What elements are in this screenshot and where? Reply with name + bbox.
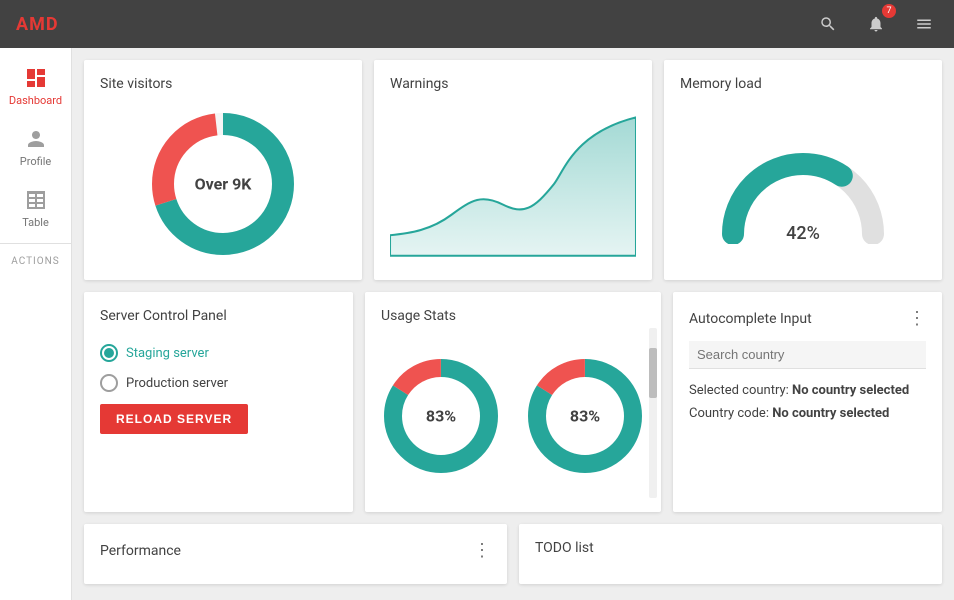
sidebar-profile-label: Profile — [20, 155, 51, 168]
nav-icons: 7 — [814, 10, 938, 38]
site-visitors-inner: Over 9K — [100, 104, 346, 264]
staging-server-radio[interactable] — [100, 344, 118, 362]
site-visitors-label: Over 9K — [195, 175, 252, 194]
server-control-inner: Staging server Production server RELOAD … — [100, 336, 337, 434]
site-visitors-card: Site visitors Over 9K — [84, 60, 362, 280]
performance-card: Performance ⋮ — [84, 524, 507, 584]
usage-scrollbar[interactable] — [649, 328, 657, 498]
warnings-inner — [390, 104, 636, 264]
warnings-card: Warnings — [374, 60, 652, 280]
staging-server-label: Staging server — [126, 346, 209, 361]
autocomplete-header: Autocomplete Input ⋮ — [689, 308, 926, 329]
menu-icon[interactable] — [910, 10, 938, 38]
country-code-text: Country code: No country selected — [689, 406, 926, 421]
production-server-radio[interactable] — [100, 374, 118, 392]
sidebar-item-profile[interactable]: Profile — [0, 117, 71, 178]
usage-chart-2: 83% — [525, 356, 645, 476]
todo-card: TODO list — [519, 524, 942, 584]
sidebar-dashboard-label: Dashboard — [9, 94, 62, 107]
selected-country-text: Selected country: No country selected — [689, 383, 926, 398]
site-visitors-chart: Over 9K — [148, 109, 298, 259]
production-server-option[interactable]: Production server — [100, 374, 228, 392]
search-icon[interactable] — [814, 10, 842, 38]
server-control-card: Server Control Panel Staging server Prod… — [84, 292, 353, 512]
country-code-label: Country code: — [689, 406, 769, 421]
performance-title: Performance — [100, 543, 181, 559]
memory-load-card: Memory load 42% — [664, 60, 942, 280]
reload-server-button[interactable]: RELOAD SERVER — [100, 404, 248, 434]
performance-header: Performance ⋮ — [100, 540, 491, 561]
todo-header: TODO list — [535, 540, 926, 556]
autocomplete-more-icon[interactable]: ⋮ — [908, 308, 926, 329]
top-nav: AMD 7 — [0, 0, 954, 48]
main-content: Site visitors Over 9K — [72, 48, 954, 600]
usage-stats-inner: 83% 83% — [381, 336, 645, 496]
selected-country-label: Selected country: — [689, 383, 789, 398]
usage-scrollbar-thumb[interactable] — [649, 348, 657, 398]
notification-badge: 7 — [882, 4, 896, 18]
usage-chart-1: 83% — [381, 356, 501, 476]
warnings-title: Warnings — [390, 76, 636, 92]
sidebar-item-dashboard[interactable]: Dashboard — [0, 56, 71, 117]
site-visitors-title: Site visitors — [100, 76, 346, 92]
usage-label-1: 83% — [426, 407, 456, 426]
production-server-label: Production server — [126, 376, 228, 391]
top-cards-row: Site visitors Over 9K — [84, 60, 942, 280]
warnings-chart — [390, 109, 636, 259]
memory-gauge: 42% — [718, 144, 888, 244]
sidebar-item-table[interactable]: Table — [0, 178, 71, 239]
sidebar-table-label: Table — [22, 216, 49, 229]
app-body: Dashboard Profile Table ACTIONS Site vis… — [0, 48, 954, 600]
autocomplete-title: Autocomplete Input — [689, 311, 812, 327]
autocomplete-body: Selected country: No country selected Co… — [689, 341, 926, 421]
usage-label-2: 83% — [570, 407, 600, 426]
middle-cards-row: Server Control Panel Staging server Prod… — [84, 292, 942, 512]
autocomplete-card: Autocomplete Input ⋮ Selected country: N… — [673, 292, 942, 512]
sidebar: Dashboard Profile Table ACTIONS — [0, 48, 72, 600]
selected-country-value: No country selected — [792, 383, 909, 398]
memory-load-title: Memory load — [680, 76, 926, 92]
actions-label: ACTIONS — [0, 248, 71, 271]
todo-title: TODO list — [535, 540, 594, 556]
app-logo: AMD — [16, 14, 59, 35]
staging-server-option[interactable]: Staging server — [100, 344, 209, 362]
bottom-cards-row: Performance ⋮ TODO list — [84, 524, 942, 584]
sidebar-divider — [0, 243, 71, 244]
performance-more-icon[interactable]: ⋮ — [473, 540, 491, 561]
memory-gauge-label: 42% — [786, 223, 820, 244]
search-country-input[interactable] — [689, 341, 926, 369]
memory-load-inner: 42% — [680, 104, 926, 264]
usage-stats-card: Usage Stats 83% — [365, 292, 661, 512]
server-control-title: Server Control Panel — [100, 308, 337, 324]
notifications-icon[interactable]: 7 — [862, 10, 890, 38]
usage-stats-title: Usage Stats — [381, 308, 645, 324]
country-code-value: No country selected — [772, 406, 889, 421]
